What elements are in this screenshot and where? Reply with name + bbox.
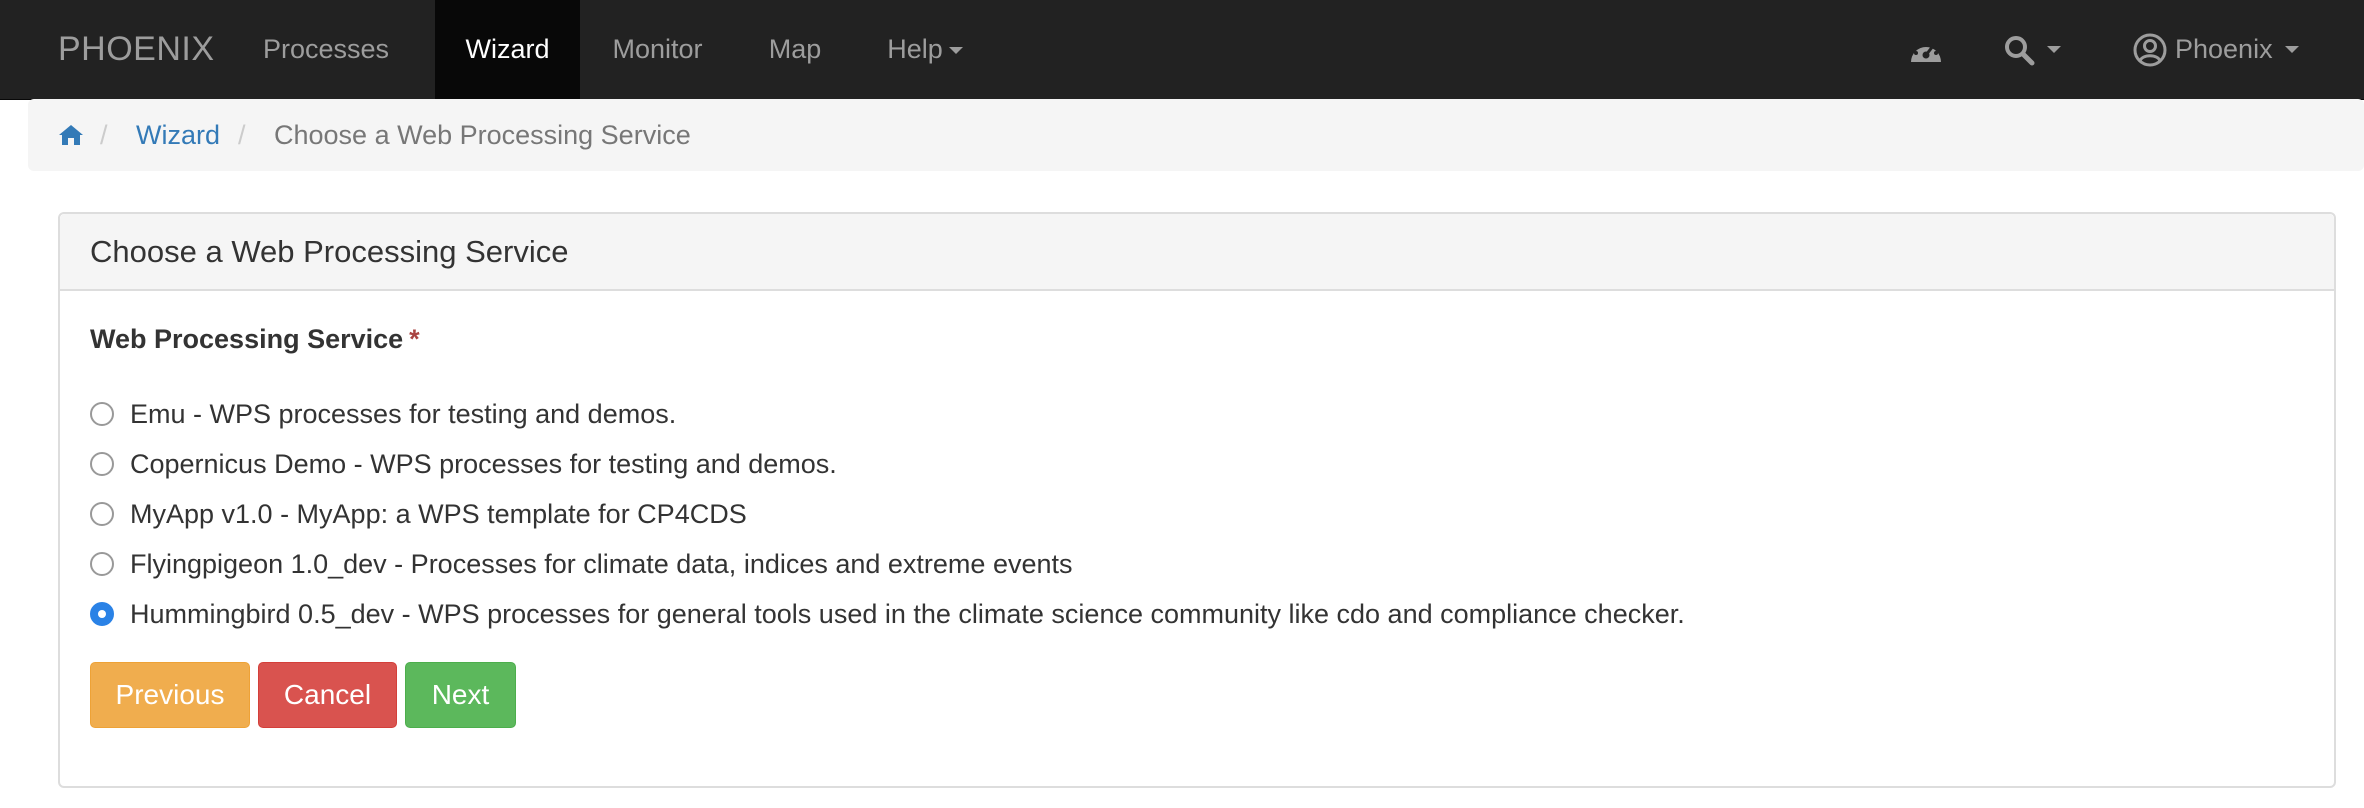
required-marker: *: [409, 324, 420, 354]
nav-help-dropdown[interactable]: Help: [870, 0, 980, 99]
radio-option-label: Emu - WPS processes for testing and demo…: [130, 398, 677, 429]
previous-button[interactable]: Previous: [90, 662, 250, 728]
nav-map-label: Map: [768, 34, 822, 64]
breadcrumb-home[interactable]: [58, 99, 84, 171]
nav-help-label: Help: [887, 34, 943, 64]
nav-map[interactable]: Map: [745, 0, 845, 99]
service-form-panel: Choose a Web Processing Service Web Proc…: [58, 212, 2336, 788]
cancel-button[interactable]: Cancel: [258, 662, 397, 728]
radio-option-copernicus[interactable]: Copernicus Demo - WPS processes for test…: [90, 444, 837, 484]
user-circle-icon: [2133, 33, 2167, 66]
field-label-text: Web Processing Service: [90, 324, 404, 354]
radio-button[interactable]: [90, 452, 114, 476]
radio-button[interactable]: [90, 552, 114, 576]
breadcrumb-separator: /: [238, 120, 246, 150]
radio-option-myapp[interactable]: MyApp v1.0 - MyApp: a WPS template for C…: [90, 494, 747, 534]
user-menu-dropdown[interactable]: Phoenix: [2133, 0, 2323, 99]
brand-logo[interactable]: PHOENIX: [58, 0, 215, 99]
radio-button[interactable]: [90, 402, 114, 426]
breadcrumb-current: Choose a Web Processing Service: [274, 120, 691, 150]
panel-heading: Choose a Web Processing Service: [60, 214, 2334, 291]
radio-option-label: Copernicus Demo - WPS processes for test…: [130, 448, 837, 479]
nav-processes[interactable]: Processes: [245, 0, 407, 99]
radio-option-emu[interactable]: Emu - WPS processes for testing and demo…: [90, 394, 676, 434]
radio-option-label: MyApp v1.0 - MyApp: a WPS template for C…: [130, 498, 747, 529]
breadcrumb-separator: /: [100, 120, 108, 150]
field-label: Web Processing Service *: [90, 324, 420, 355]
search-icon: [2005, 35, 2035, 65]
nav-monitor[interactable]: Monitor: [590, 0, 725, 99]
nav-monitor-label: Monitor: [612, 34, 703, 64]
nav-processes-label: Processes: [262, 34, 390, 64]
dashboard-icon: [1911, 39, 1941, 62]
nav-wizard[interactable]: Wizard: [435, 0, 580, 99]
caret-down-icon: [2047, 46, 2061, 53]
panel-title: Choose a Web Processing Service: [90, 234, 569, 269]
nav-wizard-label: Wizard: [465, 34, 550, 64]
radio-button-selected[interactable]: [90, 602, 114, 626]
user-name-label: Phoenix: [2175, 34, 2273, 64]
radio-option-flyingpigeon[interactable]: Flyingpigeon 1.0_dev - Processes for cli…: [90, 544, 1073, 584]
radio-option-hummingbird[interactable]: Hummingbird 0.5_dev - WPS processes for …: [90, 594, 1685, 634]
search-dropdown[interactable]: [2003, 0, 2073, 99]
caret-down-icon: [948, 47, 963, 55]
top-navbar: PHOENIX Processes Wizard Monitor Map Hel…: [0, 0, 2364, 100]
breadcrumb-wizard-link[interactable]: Wizard: [136, 99, 220, 171]
next-button[interactable]: Next: [405, 662, 516, 728]
radio-option-label: Hummingbird 0.5_dev - WPS processes for …: [130, 598, 1685, 629]
dashboard-button[interactable]: [1908, 0, 1948, 99]
home-icon: [59, 125, 83, 145]
breadcrumb: / Wizard / Choose a Web Processing Servi…: [28, 99, 2364, 171]
caret-down-icon: [2284, 46, 2299, 53]
radio-option-label: Flyingpigeon 1.0_dev - Processes for cli…: [130, 548, 1073, 579]
radio-button[interactable]: [90, 502, 114, 526]
